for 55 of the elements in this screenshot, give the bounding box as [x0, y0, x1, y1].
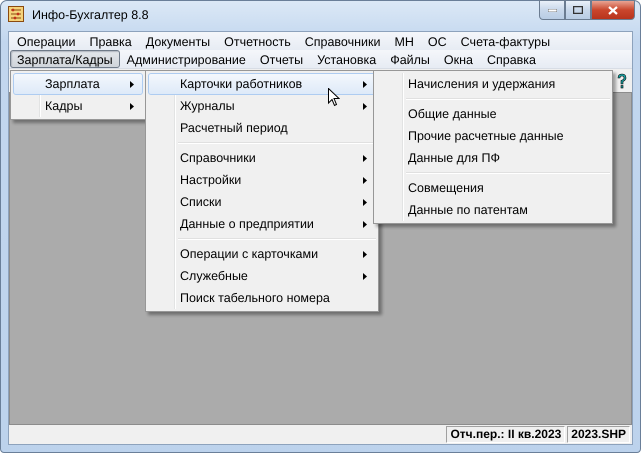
close-icon — [608, 6, 618, 14]
menu-item[interactable]: Расчетный период — [148, 117, 376, 139]
submenu-arrow-icon — [363, 154, 367, 162]
menu-bar-item[interactable]: Операции — [10, 32, 82, 50]
cursor-icon — [328, 88, 340, 107]
menu-bar-item[interactable]: Зарплата/Кадры — [10, 50, 120, 68]
menu-item[interactable]: Общие данные — [376, 103, 610, 125]
minimize-icon — [548, 8, 556, 12]
abacus-icon — [8, 6, 24, 22]
submenu-arrow-icon — [363, 250, 367, 258]
menu-bar-item[interactable]: Документы — [138, 32, 218, 50]
maximize-button[interactable] — [565, 0, 591, 20]
menu-item[interactable]: Поиск табельного номера — [148, 287, 376, 309]
menu-bar-item[interactable]: ОС — [420, 32, 454, 50]
submenu-arrow-icon — [130, 102, 134, 110]
menu-item[interactable]: Служебные — [148, 265, 376, 287]
menu-item[interactable]: Настройки — [148, 169, 376, 191]
menu-bar-item[interactable]: Окна — [436, 50, 480, 68]
close-button[interactable] — [591, 0, 635, 20]
menu-bar-item[interactable]: Справка — [480, 50, 543, 68]
menu-item[interactable]: Карточки работников — [148, 73, 376, 95]
submenu-arrow-icon — [130, 80, 134, 88]
menu-bar-item[interactable]: МН — [387, 32, 421, 50]
menu-item[interactable]: Списки — [148, 191, 376, 213]
menu-bar-item[interactable]: Счета-фактуры — [454, 32, 558, 50]
menu-bar-item[interactable]: Установка — [310, 50, 384, 68]
menu-item[interactable]: Справочники — [148, 147, 376, 169]
menu-item[interactable]: Кадры — [13, 95, 143, 117]
status-panel: Отч.пер.: II кв.2023 — [446, 426, 566, 443]
menu-bar-item[interactable]: Файлы — [383, 50, 437, 68]
menu-item[interactable]: Данные по патентам — [376, 199, 610, 221]
menu-item[interactable]: Данные о предприятии — [148, 213, 376, 235]
window-title: Инфо-Бухгалтер 8.8 — [32, 8, 149, 22]
menu-bar-item[interactable]: Отчетность — [217, 32, 298, 50]
menu-bar-item[interactable]: Справочники — [298, 32, 388, 50]
menu-bar-item[interactable]: Отчеты — [252, 50, 310, 68]
menu-item[interactable]: Операции с карточками — [148, 243, 376, 265]
submenu-arrow-icon — [363, 198, 367, 206]
minimize-button[interactable] — [539, 0, 565, 20]
submenu-arrow-icon — [363, 272, 367, 280]
help-icon[interactable] — [616, 72, 628, 88]
menu-item[interactable]: Зарплата — [13, 73, 143, 95]
submenu-arrow-icon — [363, 102, 367, 110]
submenu-arrow-icon — [363, 80, 367, 88]
status-panel: 2023.SHP — [567, 426, 630, 443]
menu-bar-item[interactable]: Правка — [82, 32, 139, 50]
menu-bar-item[interactable]: Администрирование — [120, 50, 253, 68]
menu-item[interactable]: Начисления и удержания — [376, 73, 610, 95]
menu-item[interactable]: Совмещения — [376, 177, 610, 199]
submenu-arrow-icon — [363, 176, 367, 184]
menu-item[interactable]: Данные для ПФ — [376, 147, 610, 169]
submenu-arrow-icon — [363, 220, 367, 228]
menu-item[interactable]: Журналы — [148, 95, 376, 117]
maximize-icon — [573, 6, 583, 14]
menu-item[interactable]: Прочие расчетные данные — [376, 125, 610, 147]
